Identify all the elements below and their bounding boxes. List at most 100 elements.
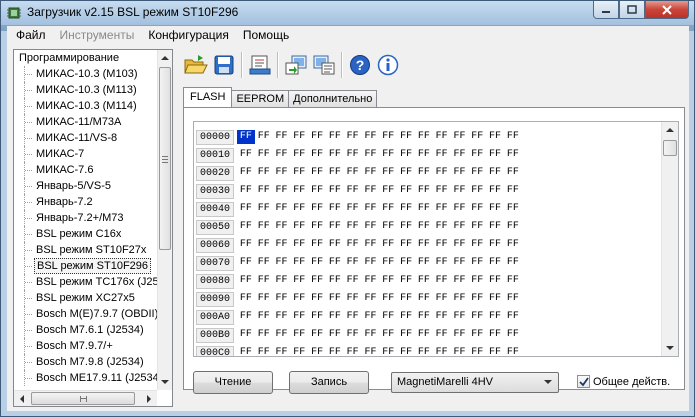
hex-byte[interactable]: FF <box>468 274 486 288</box>
hex-byte[interactable]: FF <box>486 166 504 180</box>
hex-byte[interactable]: FF <box>237 292 255 306</box>
tree-item[interactable]: Январь-7.2+/M73 <box>14 210 157 226</box>
hex-byte[interactable]: FF <box>433 220 451 234</box>
hex-byte[interactable]: FF <box>415 202 433 216</box>
hex-byte[interactable]: FF <box>486 274 504 288</box>
hex-byte[interactable]: FF <box>362 328 380 342</box>
hex-byte[interactable]: FF <box>308 166 326 180</box>
menu-help[interactable]: Помощь <box>236 26 296 45</box>
scroll-up-button[interactable] <box>158 50 172 66</box>
tree-item[interactable]: BSL режим ST10F296 <box>14 258 157 274</box>
tree-root[interactable]: Программирование <box>14 50 157 66</box>
tree-item[interactable]: Bosch M(E)7.9.7 (OBDII) <box>14 306 157 322</box>
hex-scroll-thumb[interactable] <box>663 140 677 156</box>
hex-byte[interactable]: FF <box>504 256 522 270</box>
tree-item[interactable]: МИКАС-10.3 (M114) <box>14 98 157 114</box>
hex-byte[interactable]: FF <box>290 328 308 342</box>
hex-byte[interactable]: FF <box>308 256 326 270</box>
hex-byte[interactable]: FF <box>237 166 255 180</box>
hex-byte[interactable]: FF <box>255 184 273 198</box>
save-button[interactable] <box>210 50 238 80</box>
hex-byte[interactable]: FF <box>362 256 380 270</box>
hex-byte[interactable]: FF <box>344 148 362 162</box>
ecu-type-select[interactable]: MagnetiMarelli 4HV <box>391 372 559 393</box>
hex-byte[interactable]: FF <box>415 220 433 234</box>
hex-byte[interactable]: FF <box>504 220 522 234</box>
hex-byte[interactable]: FF <box>362 184 380 198</box>
hex-byte[interactable]: FF <box>397 166 415 180</box>
hex-byte[interactable]: FF <box>255 292 273 306</box>
menu-tools[interactable]: Инструменты <box>53 26 142 45</box>
hex-byte[interactable]: FF <box>273 346 291 356</box>
tree-item[interactable]: МИКАС-7.6 <box>14 162 157 178</box>
hex-byte[interactable]: FF <box>344 292 362 306</box>
hex-byte[interactable]: FF <box>397 202 415 216</box>
hex-byte[interactable]: FF <box>290 238 308 252</box>
hex-byte[interactable]: FF <box>451 202 469 216</box>
hex-byte[interactable]: FF <box>415 184 433 198</box>
hex-byte[interactable]: FF <box>504 238 522 252</box>
tree-item[interactable]: BSL режим XC27x5 <box>14 290 157 306</box>
hex-byte[interactable]: FF <box>433 202 451 216</box>
hex-byte[interactable]: FF <box>504 130 522 144</box>
hex-byte[interactable]: FF <box>379 346 397 356</box>
hex-byte[interactable]: FF <box>486 256 504 270</box>
hex-byte[interactable]: FF <box>344 220 362 234</box>
hex-byte[interactable]: FF <box>468 220 486 234</box>
hex-byte[interactable]: FF <box>273 292 291 306</box>
hex-byte[interactable]: FF <box>433 292 451 306</box>
hex-byte[interactable]: FF <box>504 310 522 324</box>
hex-byte[interactable]: FF <box>433 346 451 356</box>
hex-byte[interactable]: FF <box>468 184 486 198</box>
hex-byte[interactable]: FF <box>397 130 415 144</box>
tree-item[interactable]: Январь-7.2 <box>14 194 157 210</box>
hex-byte[interactable]: FF <box>415 292 433 306</box>
hex-byte[interactable]: FF <box>237 220 255 234</box>
hex-byte[interactable]: FF <box>468 202 486 216</box>
hex-byte[interactable]: FF <box>290 202 308 216</box>
hex-byte[interactable]: FF <box>273 202 291 216</box>
hex-byte[interactable]: FF <box>379 256 397 270</box>
hex-byte[interactable]: FF <box>273 238 291 252</box>
hex-byte[interactable]: FF <box>486 220 504 234</box>
hex-byte[interactable]: FF <box>290 274 308 288</box>
info-button[interactable] <box>374 50 402 80</box>
hex-byte[interactable]: FF <box>237 328 255 342</box>
tree-item[interactable]: Bosch ME17.9.11 (J2534 <box>14 370 157 386</box>
hex-byte[interactable]: FF <box>451 238 469 252</box>
checkbox-box[interactable] <box>577 375 590 388</box>
hex-byte[interactable]: FF <box>308 220 326 234</box>
hex-byte[interactable]: FF <box>468 166 486 180</box>
hex-byte[interactable]: FF <box>379 328 397 342</box>
hex-byte[interactable]: FF <box>237 184 255 198</box>
hex-byte[interactable]: FF <box>433 184 451 198</box>
hex-byte[interactable]: FF <box>290 220 308 234</box>
hex-byte[interactable]: FF <box>397 292 415 306</box>
hex-byte[interactable]: FF <box>237 202 255 216</box>
hex-byte[interactable]: FF <box>255 274 273 288</box>
hex-byte[interactable]: FF <box>273 328 291 342</box>
hex-byte[interactable]: FF <box>290 148 308 162</box>
menu-file[interactable]: Файл <box>9 26 53 45</box>
tree-item[interactable]: BSL режим C16x <box>14 226 157 242</box>
read-ecu-button[interactable] <box>282 50 310 80</box>
hex-byte[interactable]: FF <box>504 202 522 216</box>
hex-byte[interactable]: FF <box>486 310 504 324</box>
hex-byte[interactable]: FF <box>379 220 397 234</box>
scroll-left-button[interactable] <box>14 391 30 407</box>
hex-byte[interactable]: FF <box>433 148 451 162</box>
hex-byte[interactable]: FF <box>255 202 273 216</box>
maximize-button[interactable] <box>619 1 645 19</box>
hex-byte[interactable]: FF <box>290 310 308 324</box>
hex-byte[interactable]: FF <box>486 292 504 306</box>
hex-byte[interactable]: FF <box>255 328 273 342</box>
hex-byte[interactable]: FF <box>379 166 397 180</box>
hex-byte[interactable]: FF <box>451 274 469 288</box>
hex-scroll-up-button[interactable] <box>662 122 678 138</box>
hex-byte[interactable]: FF <box>326 346 344 356</box>
hex-byte[interactable]: FF <box>326 184 344 198</box>
hex-byte[interactable]: FF <box>308 328 326 342</box>
hex-byte[interactable]: FF <box>486 184 504 198</box>
hex-byte[interactable]: FF <box>468 148 486 162</box>
hex-byte[interactable]: FF <box>397 256 415 270</box>
